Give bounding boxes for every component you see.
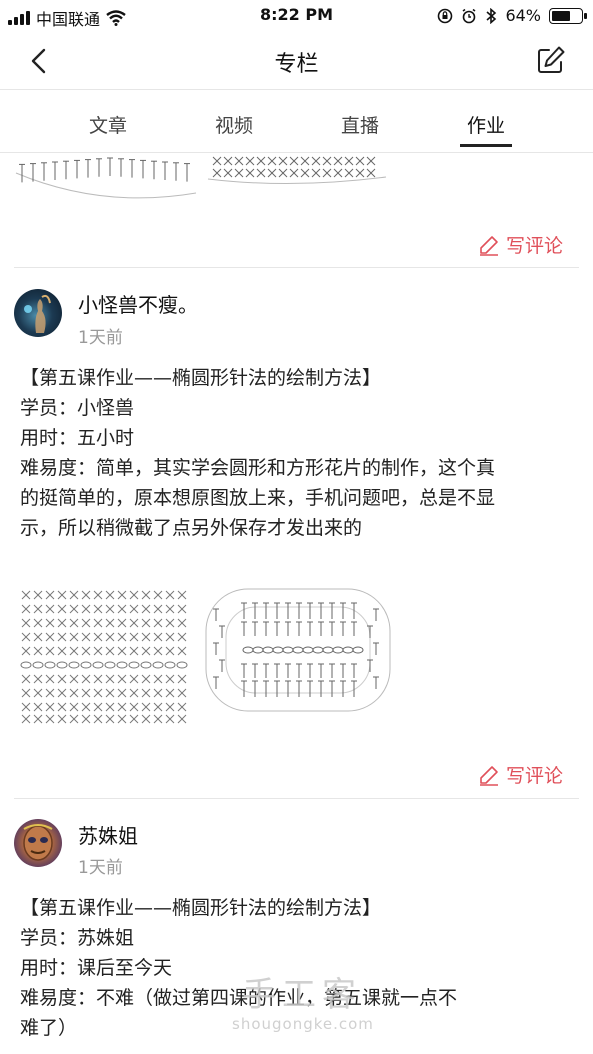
write-comment-button[interactable]: 写评论 xyxy=(478,761,563,788)
alarm-icon xyxy=(462,8,476,23)
write-comment-label: 写评论 xyxy=(505,235,563,257)
write-comment-label: 写评论 xyxy=(505,765,563,787)
avatar-mask-icon xyxy=(23,824,53,861)
crochet-chart-image-right[interactable] xyxy=(204,585,394,715)
tab-live[interactable]: 直播 xyxy=(320,111,400,138)
watermark-logo: 手工客 xyxy=(242,975,362,1015)
nav-bar: 专栏 xyxy=(0,32,593,90)
pencil-icon xyxy=(479,765,498,786)
edit-icon[interactable] xyxy=(535,44,567,76)
post-line: 学员：苏姝姐 xyxy=(20,927,135,949)
post-line: 难易度：简单，其实学会圆形和方形花片的制作，这个真 xyxy=(20,457,496,479)
tab-homework[interactable]: 作业 xyxy=(446,111,526,138)
post-divider xyxy=(14,798,579,799)
crochet-chart-image-left[interactable] xyxy=(12,585,198,725)
tab-articles[interactable]: 文章 xyxy=(68,111,148,138)
post-time: 1天前 xyxy=(78,858,123,878)
post-title-line: 【第五课作业——椭圆形针法的绘制方法】 xyxy=(20,367,382,389)
post-title-line: 【第五课作业——椭圆形针法的绘制方法】 xyxy=(20,897,382,919)
bluetooth-icon xyxy=(486,7,497,24)
active-tab-indicator xyxy=(460,144,512,147)
post-divider xyxy=(14,267,579,268)
watermark-url: shougongke.com xyxy=(232,1015,374,1033)
avatar-figure-icon xyxy=(24,294,51,333)
avatar[interactable] xyxy=(14,289,62,337)
rotation-lock-icon xyxy=(438,8,453,23)
homework-feed[interactable]: 写评论 小怪兽不瘦。 1天前 【第五课作业——椭圆形针法的绘制方法】 学员：小怪… xyxy=(0,153,593,1054)
post-line: 示，所以稍微截了点另外保存才发出来的 xyxy=(20,517,363,539)
tab-videos[interactable]: 视频 xyxy=(194,111,274,138)
watermark: 手工客 shougongke.com xyxy=(232,975,374,1045)
status-right: 64% xyxy=(437,6,587,25)
avatar[interactable] xyxy=(14,819,62,867)
status-bar: 中国联通 8:22 PM 64% xyxy=(0,0,593,32)
post-line: 用时：五小时 xyxy=(20,427,135,449)
pencil-icon xyxy=(479,235,498,256)
page-title: 专栏 xyxy=(274,52,319,77)
post-username[interactable]: 苏姝姐 xyxy=(78,820,138,849)
post-body: 【第五课作业——椭圆形针法的绘制方法】 学员：小怪兽 用时：五小时 难易度：简单… xyxy=(20,363,573,543)
previous-post-image[interactable] xyxy=(12,153,392,208)
post-username[interactable]: 小怪兽不瘦。 xyxy=(78,289,198,318)
post-line: 学员：小怪兽 xyxy=(20,397,135,419)
battery-icon xyxy=(549,7,587,24)
post-line: 的挺简单的，原本想原图放上来，手机问题吧，总是不显 xyxy=(20,487,496,509)
battery-fill xyxy=(552,10,570,21)
write-comment-button[interactable]: 写评论 xyxy=(478,231,563,258)
battery-percent: 64% xyxy=(505,6,541,25)
post-time: 1天前 xyxy=(78,328,123,348)
